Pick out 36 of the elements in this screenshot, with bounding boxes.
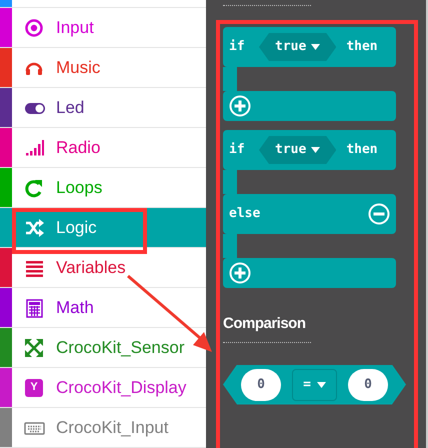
category-item[interactable]: Loops — [0, 168, 206, 208]
condition-dropdown[interactable]: true — [259, 33, 336, 61]
plus-icon[interactable] — [229, 262, 251, 284]
category-item[interactable]: Led — [0, 88, 206, 128]
expand-arrows-icon — [24, 338, 44, 358]
minus-icon[interactable] — [368, 203, 390, 225]
condition-dropdown[interactable]: true — [259, 136, 336, 164]
calculator-icon — [24, 298, 44, 318]
caret-icon — [311, 147, 320, 153]
target-icon — [24, 18, 44, 38]
category-item[interactable]: Y CrocoKit_Display — [0, 368, 206, 408]
category-item[interactable]: Radio — [0, 128, 206, 168]
category-item[interactable]: Music — [0, 48, 206, 88]
category-item[interactable]: Input — [0, 8, 206, 48]
shuffle-icon — [24, 218, 44, 238]
keyword-label: else — [229, 205, 260, 224]
display-icon: Y — [25, 378, 43, 396]
operator-dropdown[interactable]: = — [292, 368, 337, 400]
plus-icon[interactable] — [229, 95, 251, 117]
caret-icon — [316, 382, 326, 388]
keyword-label: then — [346, 38, 378, 56]
number-input[interactable]: 0 — [348, 368, 388, 400]
number-input[interactable]: 0 — [241, 368, 281, 400]
section-label: Comparison — [223, 314, 307, 334]
signal-bars-icon — [24, 138, 44, 158]
circular-arrow-icon — [24, 178, 44, 198]
category-item[interactable]: CrocoKit_Sensor — [0, 328, 206, 368]
category-stripe — [0, 0, 12, 7]
category-item[interactable]: Variables — [0, 248, 206, 288]
keyword-label: if — [229, 38, 246, 56]
keyword-label: then — [346, 141, 378, 160]
category-item[interactable]: CrocoKit_Input — [0, 408, 206, 448]
category-item[interactable]: Logic — [0, 208, 206, 248]
caret-icon — [311, 44, 320, 50]
keyword-label: if — [229, 141, 246, 160]
category-item[interactable]: Math — [0, 288, 206, 328]
